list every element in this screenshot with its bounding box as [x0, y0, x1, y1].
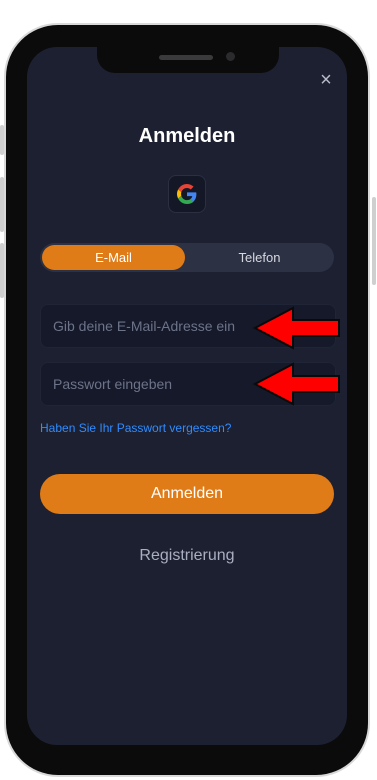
side-button-left-1 — [0, 125, 4, 155]
phone-notch — [97, 46, 279, 73]
google-icon — [177, 184, 197, 204]
tab-phone[interactable]: Telefon — [187, 245, 332, 270]
speaker-grille — [159, 55, 213, 60]
side-button-left-2 — [0, 177, 4, 232]
google-login-button[interactable] — [168, 175, 206, 213]
arrow-left-icon — [253, 306, 340, 350]
close-icon[interactable]: × — [315, 69, 337, 91]
side-button-right — [372, 197, 376, 285]
forgot-password-link[interactable]: Haben Sie Ihr Passwort vergessen? — [40, 421, 231, 435]
login-button[interactable]: Anmelden — [40, 474, 334, 514]
register-link[interactable]: Registrierung — [27, 547, 347, 565]
tab-email[interactable]: E-Mail — [42, 245, 185, 270]
side-button-left-3 — [0, 243, 4, 298]
login-method-tabs: E-Mail Telefon — [40, 243, 334, 272]
camera-icon — [226, 52, 235, 61]
page-title: Anmelden — [138, 125, 236, 147]
arrow-left-icon — [253, 362, 340, 406]
